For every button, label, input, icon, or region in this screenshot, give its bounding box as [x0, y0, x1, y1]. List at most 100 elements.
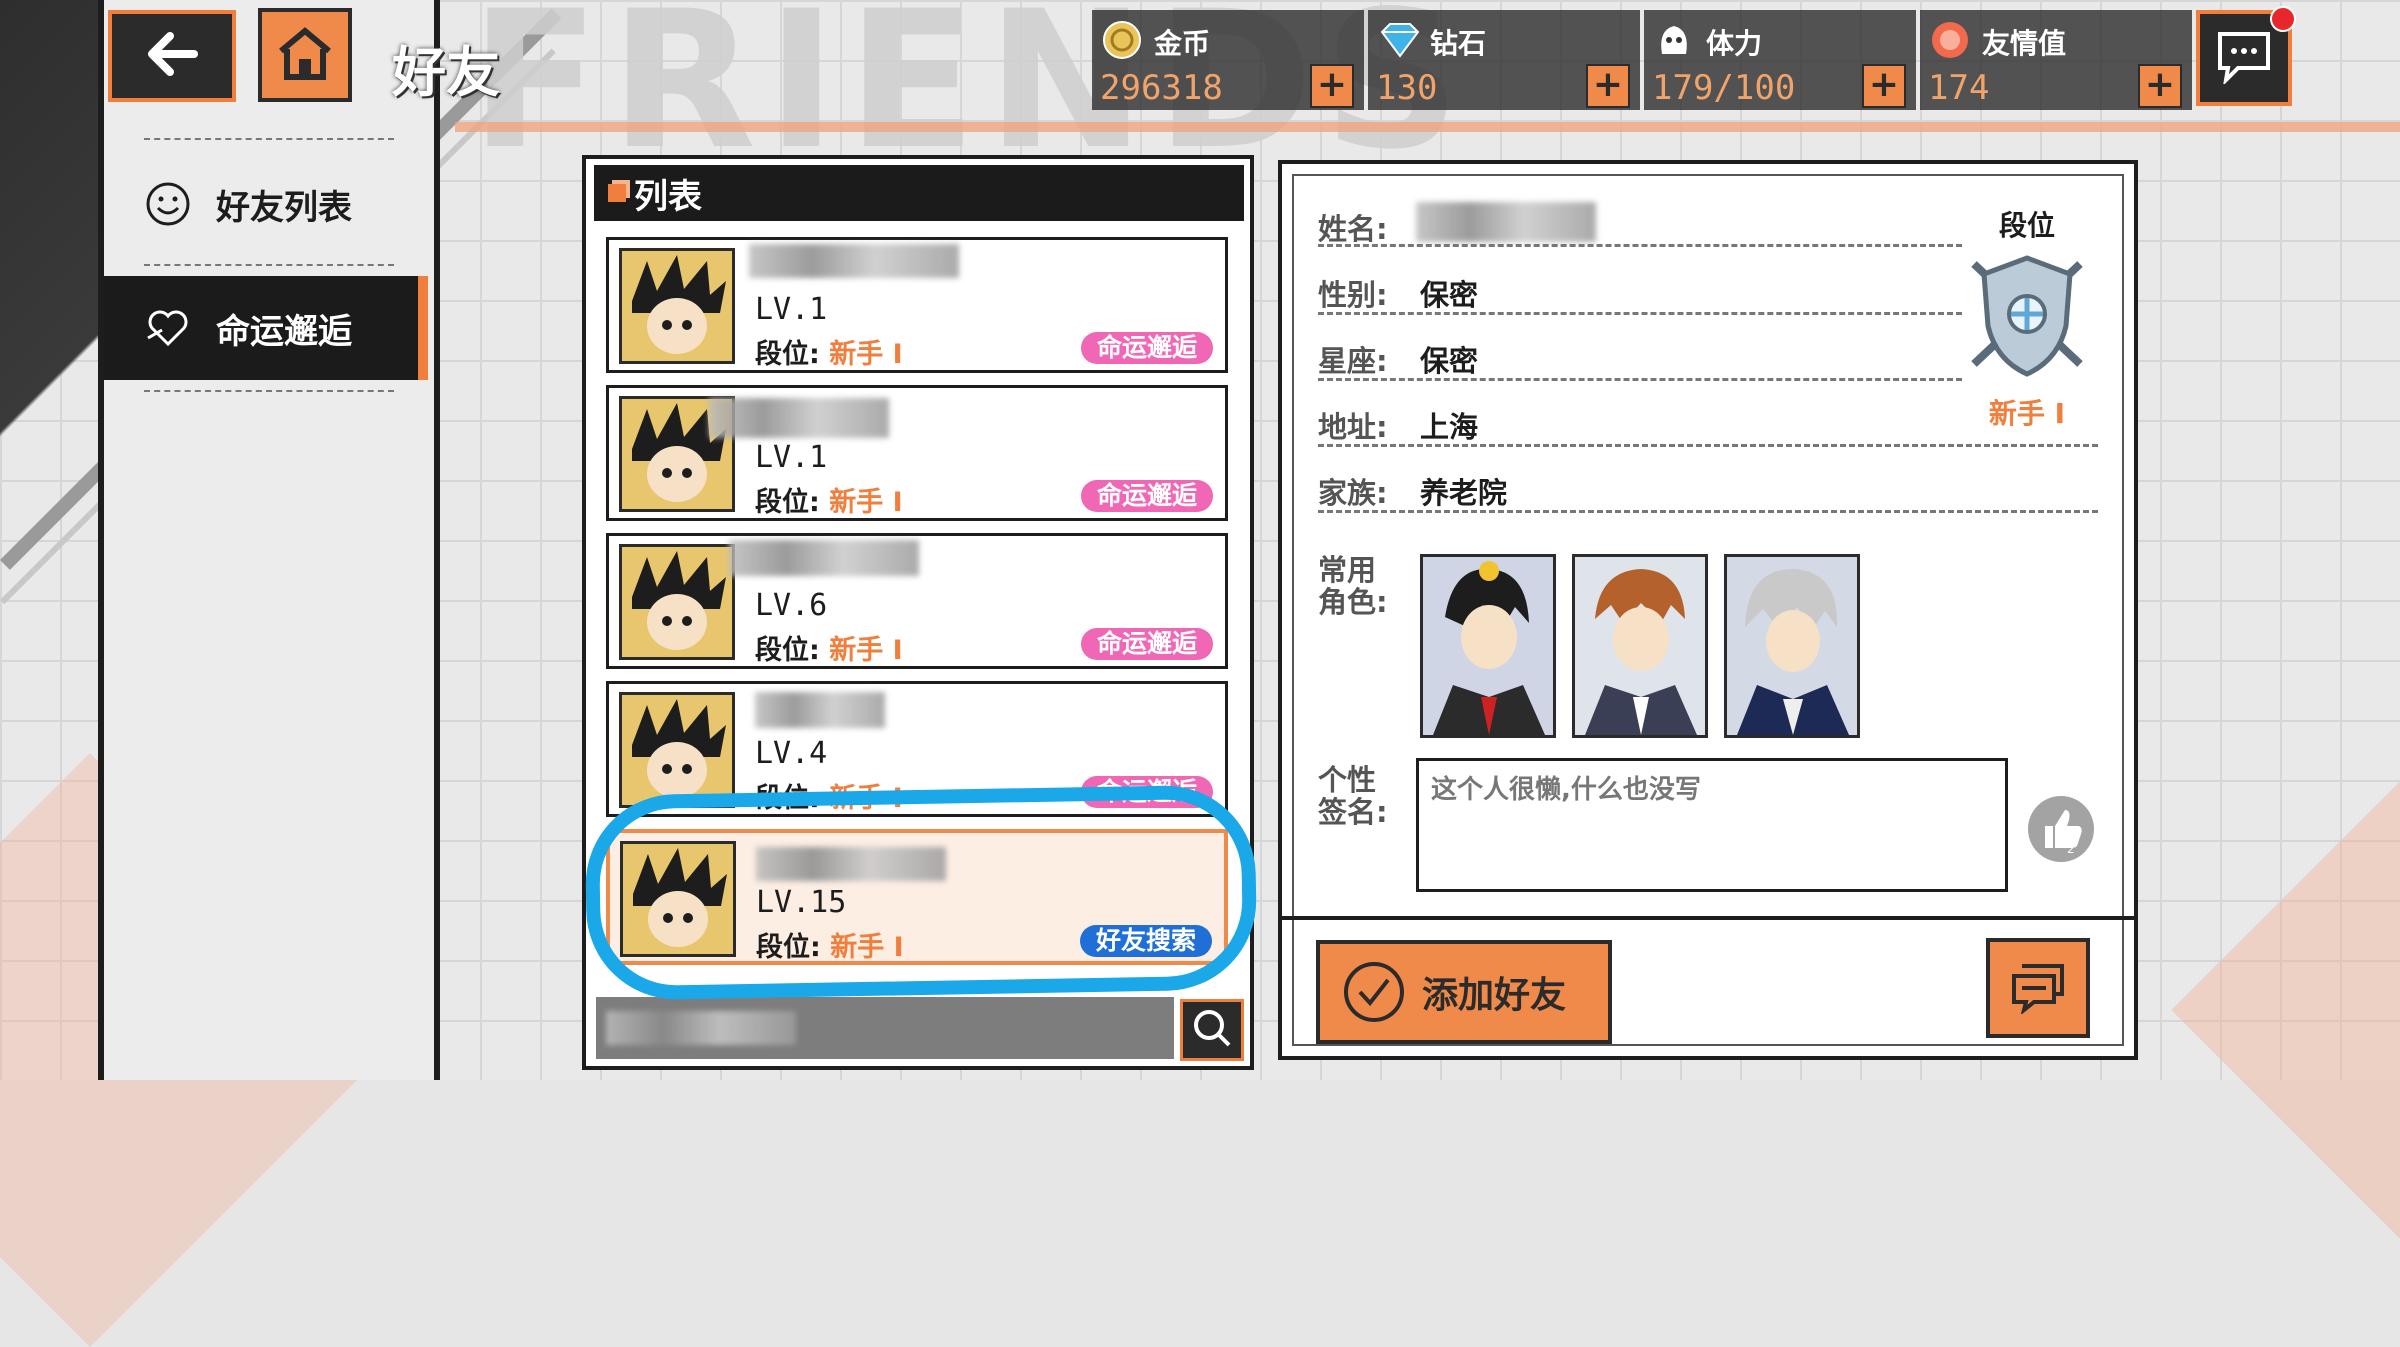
favorite-chars-label-line2: 角色: — [1318, 585, 1388, 619]
resource-friendship: 友情值 174 + — [1920, 10, 2192, 110]
divider — [1318, 244, 1962, 247]
resource-name: 金币 — [1154, 27, 1211, 60]
blurred-name — [729, 540, 919, 576]
search-icon — [1191, 1007, 1233, 1053]
family-label: 家族: — [1318, 476, 1388, 510]
message-icon — [2008, 958, 2068, 1018]
resource-value: 174 — [1928, 68, 1990, 108]
sidebar-item-label: 命运邂逅 — [216, 311, 352, 352]
blurred-name — [1416, 202, 1596, 242]
character-portrait[interactable] — [1420, 554, 1556, 738]
list-header-square-icon — [608, 184, 626, 202]
blurred-name — [755, 692, 885, 728]
avatar — [619, 544, 735, 660]
favorite-chars-label-line1: 常用 — [1318, 553, 1377, 587]
sidebar-item-label: 好友列表 — [216, 187, 352, 228]
search-input[interactable] — [596, 997, 1174, 1059]
chat-bubble-icon — [2214, 28, 2274, 88]
rank-name: 新手 I — [1988, 397, 2066, 430]
name-label: 姓名: — [1318, 212, 1388, 246]
blurred-name — [749, 244, 959, 278]
character-portrait[interactable] — [1572, 554, 1708, 738]
resource-gold: 金币 296318 + — [1092, 10, 1364, 110]
add-gold-button[interactable]: + — [1310, 64, 1354, 108]
sidebar-item-fate-encounter[interactable]: 命运邂逅 — [104, 276, 428, 380]
list-item[interactable]: LV.6 段位: 新手 I 命运邂逅 — [606, 533, 1228, 669]
like-count: 2 — [2067, 842, 2075, 854]
home-button[interactable] — [258, 8, 352, 102]
player-level: LV.1 — [755, 292, 828, 327]
sidebar-item-friend-list[interactable]: 好友列表 — [104, 152, 428, 256]
page-title: 好友 — [392, 41, 500, 104]
add-diamond-button[interactable]: + — [1586, 64, 1630, 108]
blurred-search-text — [606, 1011, 796, 1045]
checkmark-icon — [1344, 962, 1404, 1022]
signature-label-line2: 签名: — [1318, 795, 1388, 829]
player-rank: 段位: 新手 I — [755, 480, 903, 519]
diamond-icon — [1378, 20, 1420, 60]
rank-label: 段位: — [755, 635, 820, 666]
resource-diamond: 钻石 130 + — [1368, 10, 1640, 110]
divider — [1318, 510, 2098, 513]
player-rank: 段位: 新手 I — [755, 332, 903, 371]
rank-label: 段位: — [755, 487, 820, 518]
signature-field: 这个人很懒,什么也没写 — [1416, 758, 2008, 892]
player-level: LV.1 — [755, 440, 828, 475]
source-tag: 命运邂逅 — [1080, 332, 1213, 364]
list-item[interactable]: LV.1 段位: 新手 I 命运邂逅 — [606, 385, 1228, 521]
like-button[interactable]: 2 — [2028, 796, 2094, 862]
zodiac-label: 星座: — [1318, 344, 1388, 378]
back-button[interactable] — [108, 10, 236, 102]
address-value: 上海 — [1420, 410, 1479, 444]
add-friendship-button[interactable]: + — [2138, 64, 2182, 108]
list-item[interactable]: LV.1 段位: 新手 I 命运邂逅 — [606, 237, 1228, 373]
add-friend-label: 添加好友 — [1422, 975, 1567, 1016]
stamina-icon — [1654, 20, 1694, 60]
avatar — [619, 692, 735, 808]
notification-dot — [2270, 6, 2296, 32]
character-portrait[interactable] — [1724, 554, 1860, 738]
gold-coin-icon — [1102, 20, 1142, 60]
add-stamina-button[interactable]: + — [1862, 64, 1906, 108]
rank-label: 段位: — [755, 339, 820, 370]
rank-value: 新手 I — [829, 487, 903, 518]
resource-name: 钻石 — [1430, 27, 1487, 60]
favorite-chars-label: 常用 角色: — [1318, 554, 1388, 618]
header-accent-line — [455, 122, 2400, 132]
gender-label: 性别: — [1318, 278, 1388, 312]
signature-label: 个性 签名: — [1318, 764, 1388, 828]
player-level: LV.6 — [755, 588, 828, 623]
home-icon — [275, 25, 335, 85]
rank-badge: 段位 新手 I — [1962, 204, 2092, 432]
resource-value: 130 — [1376, 68, 1438, 108]
smiley-icon — [144, 180, 192, 228]
divider — [144, 264, 394, 266]
player-level: LV.4 — [755, 736, 828, 771]
avatar — [619, 248, 735, 364]
message-button[interactable] — [1986, 938, 2090, 1038]
divider — [144, 138, 394, 140]
source-tag: 命运邂逅 — [1080, 628, 1213, 660]
sidebar: 好友列表 命运邂逅 — [98, 0, 440, 1080]
zodiac-value: 保密 — [1420, 344, 1479, 378]
heart-icon — [144, 304, 192, 352]
search-button[interactable] — [1180, 999, 1244, 1061]
list-title: 列表 — [634, 176, 702, 217]
profile-panel: 姓名: 性别: 保密 星座: 保密 地址: 上海 家族: 养老院 段位 新手 I… — [1278, 160, 2138, 1060]
divider — [1318, 312, 1962, 315]
divider — [1318, 444, 2098, 447]
resource-stamina: 体力 179/100 + — [1644, 10, 1916, 110]
resource-name: 体力 — [1706, 27, 1763, 60]
source-tag: 命运邂逅 — [1080, 480, 1213, 512]
friendship-icon — [1930, 20, 1970, 60]
add-friend-button[interactable]: 添加好友 — [1316, 940, 1612, 1044]
player-rank: 段位: 新手 I — [755, 628, 903, 667]
rank-value: 新手 I — [829, 635, 903, 666]
resource-value: 296318 — [1100, 68, 1223, 108]
family-value: 养老院 — [1420, 476, 1508, 510]
signature-label-line1: 个性 — [1318, 763, 1377, 797]
blurred-name — [709, 398, 889, 438]
address-label: 地址: — [1318, 410, 1388, 444]
resource-name: 友情值 — [1982, 27, 2067, 60]
gender-value: 保密 — [1420, 278, 1479, 312]
